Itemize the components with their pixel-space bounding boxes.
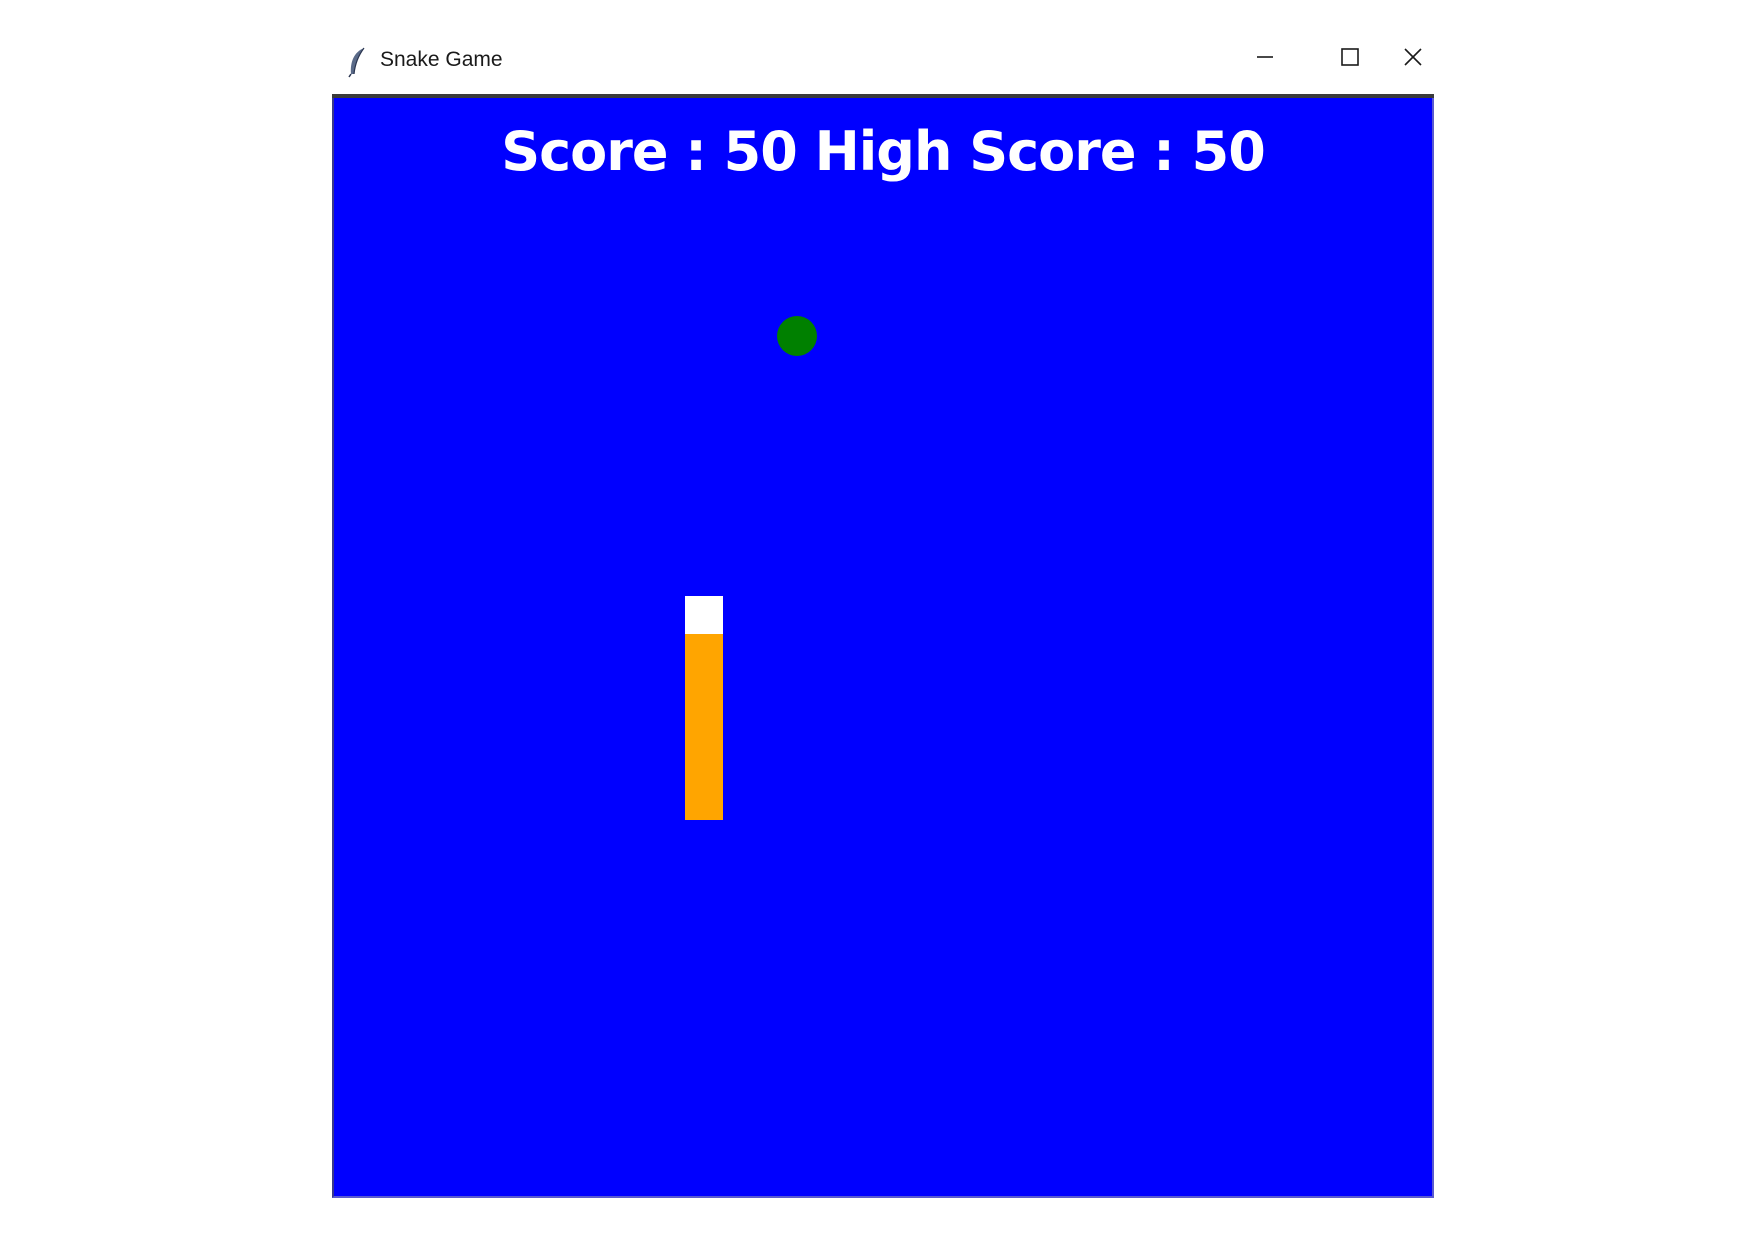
minimize-button[interactable] [1222, 28, 1308, 94]
score-display: Score : 50 High Score : 50 [501, 120, 1266, 183]
maximize-button[interactable] [1307, 28, 1393, 94]
close-button[interactable] [1392, 28, 1434, 94]
game-window: Snake Game Score: 50 High Score: 50 [332, 28, 1434, 1200]
window-title: Snake Game [380, 48, 503, 71]
snake-body [685, 634, 723, 820]
snake-head [685, 596, 723, 634]
game-canvas[interactable]: Score : 50 High Score : 50 [332, 98, 1434, 1198]
title-bar[interactable]: Snake Game [332, 28, 1434, 94]
food [777, 316, 817, 356]
feather-icon [346, 46, 368, 78]
